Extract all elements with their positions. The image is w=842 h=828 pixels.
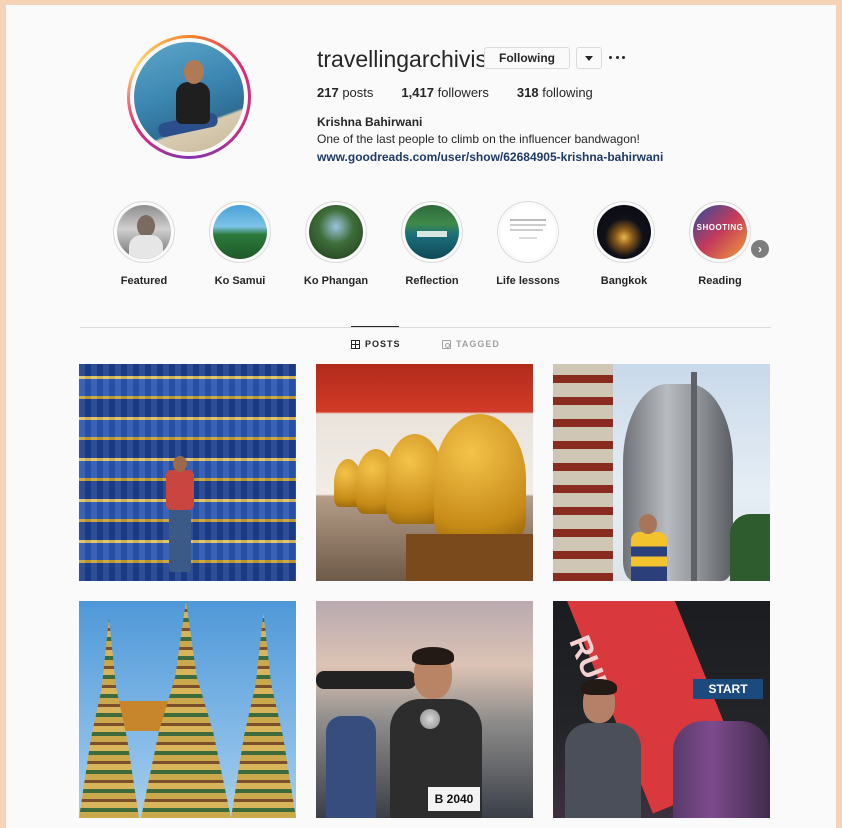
tab-posts[interactable]: POSTS — [351, 339, 401, 349]
chevron-down-icon — [585, 55, 593, 61]
tagged-icon — [442, 339, 451, 349]
profile-stats: 217 posts 1,417 followers 318 following — [317, 85, 621, 100]
highlight-cover — [597, 205, 651, 259]
highlight-ko-samui[interactable]: Ko Samui — [195, 201, 285, 287]
following-button[interactable]: Following — [484, 47, 570, 69]
tab-tagged[interactable]: TAGGED — [442, 339, 500, 349]
start-sign: START — [693, 679, 763, 699]
post-thumbnail[interactable] — [79, 601, 296, 818]
post-thumbnail[interactable]: B 2040 — [316, 601, 533, 818]
highlight-ko-phangan[interactable]: Ko Phangan — [291, 201, 381, 287]
highlight-cover — [405, 205, 459, 259]
highlight-cover — [117, 205, 171, 259]
profile-avatar[interactable] — [127, 35, 251, 159]
suggested-dropdown-button[interactable] — [576, 47, 602, 69]
highlight-featured[interactable]: Featured — [99, 201, 189, 287]
story-highlights: Featured Ko Samui Ko Phangan Reflection — [101, 201, 791, 291]
avatar-photo — [134, 42, 244, 152]
profile-username: travellingarchivist — [317, 46, 494, 72]
more-options-icon[interactable] — [609, 50, 625, 64]
grid-icon — [351, 339, 360, 349]
highlight-cover: SHOOTING — [693, 205, 747, 259]
tab-divider — [80, 327, 771, 328]
profile-full-name: Krishna Bahirwani — [317, 115, 423, 129]
highlight-cover — [501, 205, 555, 259]
highlight-cover — [213, 205, 267, 259]
profile-bio: One of the last people to climb on the i… — [317, 132, 640, 146]
highlight-life-lessons[interactable]: Life lessons — [483, 201, 573, 287]
post-thumbnail[interactable] — [316, 364, 533, 581]
profile-page: travellingarchivist Following 217 posts … — [6, 5, 836, 828]
following-stat[interactable]: 318 following — [517, 85, 593, 100]
highlights-next-button[interactable]: › — [751, 240, 769, 258]
posts-stat: 217 posts — [317, 85, 374, 100]
tab-active-indicator — [351, 326, 399, 327]
post-thumbnail[interactable]: RUN START — [553, 601, 770, 818]
post-thumbnail[interactable] — [79, 364, 296, 581]
race-bib: B 2040 — [428, 787, 480, 811]
highlight-cover — [309, 205, 363, 259]
followers-stat[interactable]: 1,417 followers — [401, 85, 488, 100]
post-thumbnail[interactable] — [553, 364, 770, 581]
profile-website-link[interactable]: www.goodreads.com/user/show/62684905-kri… — [317, 150, 663, 164]
highlight-bangkok[interactable]: Bangkok — [579, 201, 669, 287]
highlight-reflection[interactable]: Reflection — [387, 201, 477, 287]
